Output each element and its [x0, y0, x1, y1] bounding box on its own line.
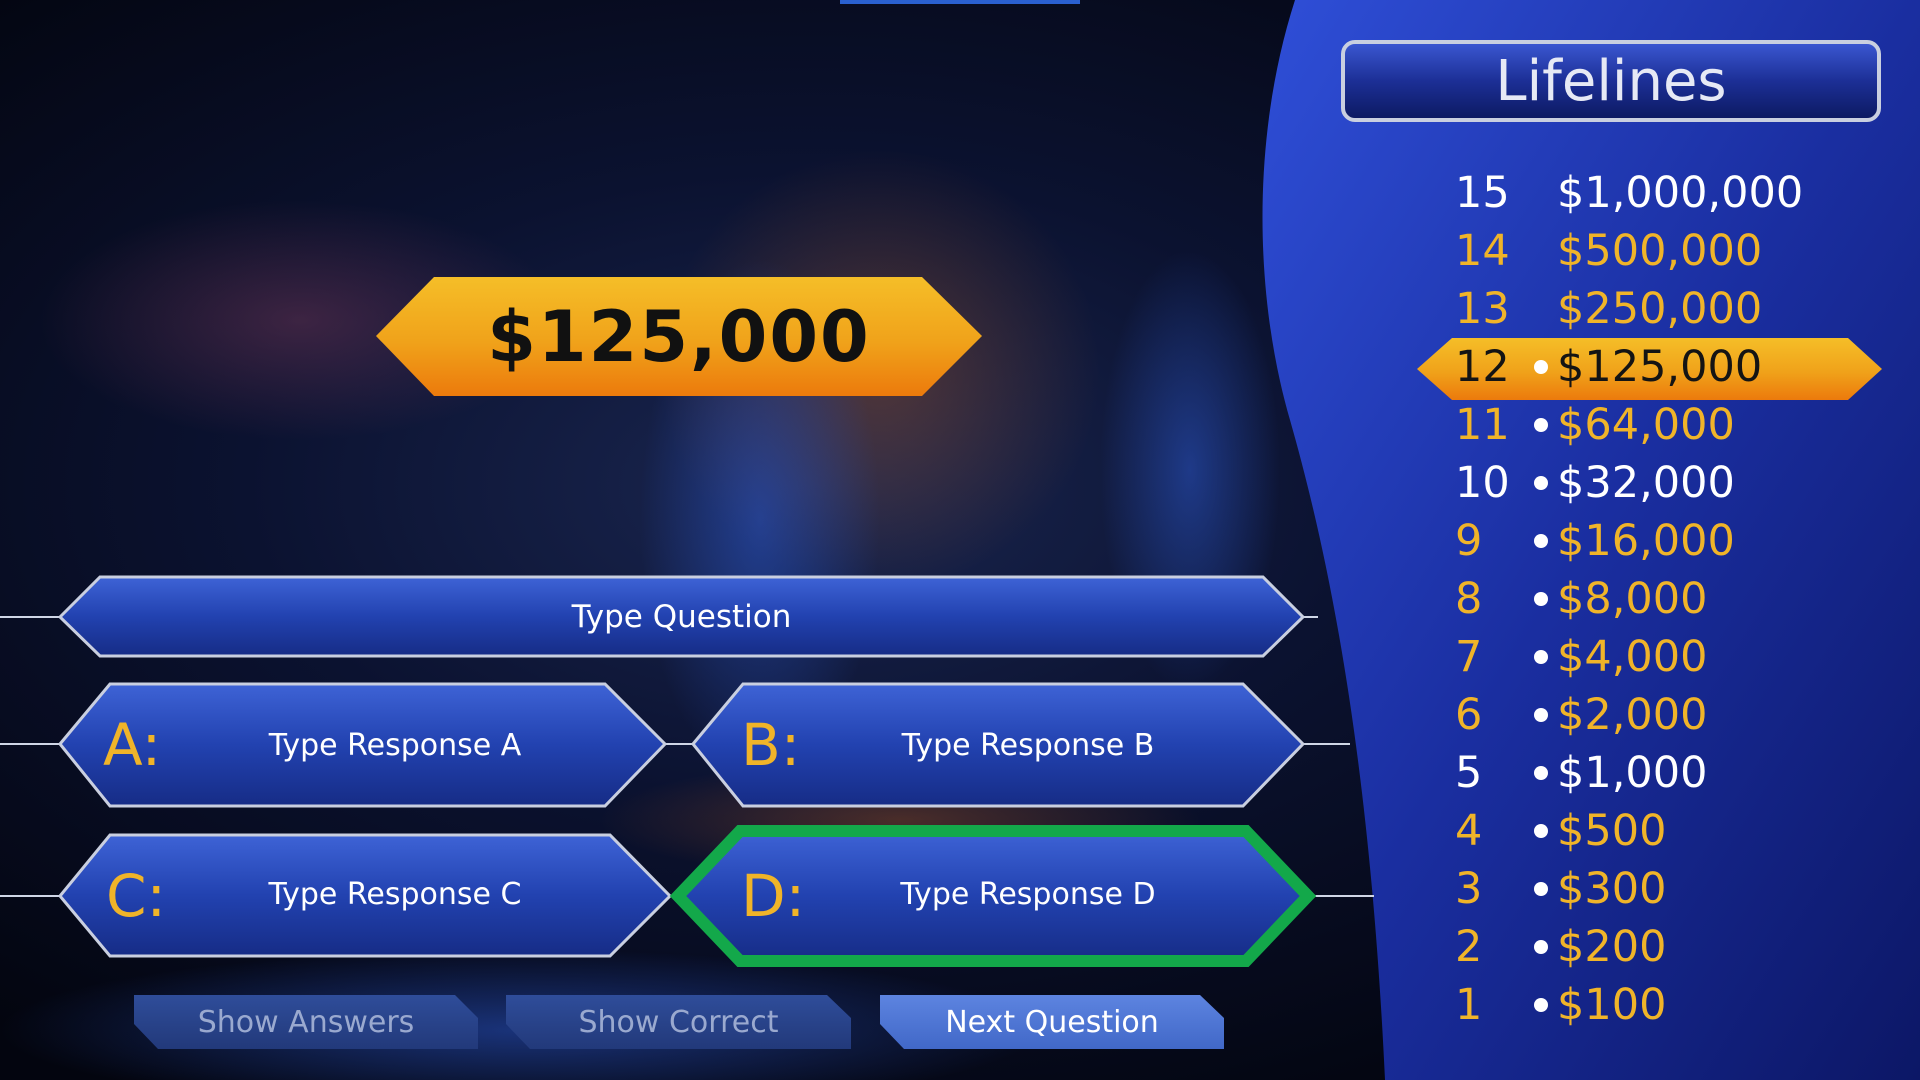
game-screen: $125,000 Type Question A: Type Response …	[0, 0, 1920, 1080]
ladder-level-10: 10 $32,000	[1420, 454, 1890, 512]
answer-b-text: Type Response B	[901, 728, 1155, 763]
money-ladder: 15 $1,000,000 14 $500,000 13 $250,000 12 $125,0…	[1420, 164, 1890, 1034]
safe-marker-dot-icon	[1534, 824, 1548, 838]
ladder-level-number: 10	[1455, 458, 1510, 508]
lifelines-button[interactable]: Lifelines	[1341, 40, 1881, 122]
safe-marker-dot-icon	[1534, 766, 1548, 780]
safe-marker-dot-icon	[1534, 418, 1548, 432]
next-question-button[interactable]: Next Question	[880, 1005, 1224, 1040]
answer-a-letter: A:	[103, 711, 162, 779]
ladder-level-3: 3 $300	[1420, 860, 1890, 918]
ladder-prize-amount: $16,000	[1557, 516, 1735, 566]
ladder-level-7: 7 $4,000	[1420, 628, 1890, 686]
ladder-level-number: 13	[1455, 284, 1510, 334]
ladder-prize-amount: $125,000	[1557, 342, 1763, 392]
ladder-level-6: 6 $2,000	[1420, 686, 1890, 744]
ladder-level-2: 2 $200	[1420, 918, 1890, 976]
ladder-level-number: 5	[1455, 748, 1483, 798]
safe-marker-dot-icon	[1534, 998, 1548, 1012]
ladder-prize-amount: $200	[1557, 922, 1667, 972]
ladder-level-number: 3	[1455, 864, 1483, 914]
ladder-level-number: 15	[1455, 168, 1510, 218]
answer-d-text: Type Response D	[900, 877, 1156, 912]
ladder-level-number: 7	[1455, 632, 1483, 682]
answer-c-letter: C:	[106, 862, 167, 930]
ladder-prize-amount: $32,000	[1557, 458, 1735, 508]
safe-marker-dot-icon	[1534, 940, 1548, 954]
safe-marker-dot-icon	[1534, 708, 1548, 722]
current-prize-amount: $125,000	[487, 295, 871, 378]
ladder-level-number: 2	[1455, 922, 1483, 972]
ladder-level-number: 8	[1455, 574, 1483, 624]
ladder-level-11: 11 $64,000	[1420, 396, 1890, 454]
ladder-level-number: 9	[1455, 516, 1483, 566]
safe-marker-dot-icon	[1534, 592, 1548, 606]
ladder-prize-amount: $300	[1557, 864, 1667, 914]
ladder-prize-amount: $500	[1557, 806, 1667, 856]
ladder-level-number: 4	[1455, 806, 1483, 856]
ladder-prize-amount: $4,000	[1557, 632, 1708, 682]
ladder-level-13: 13 $250,000	[1420, 280, 1890, 338]
answer-d-letter: D:	[741, 862, 806, 930]
question-box: Type Question	[100, 577, 1263, 656]
answer-a-text: Type Response A	[268, 728, 522, 763]
ladder-prize-amount: $1,000,000	[1557, 168, 1804, 218]
ladder-prize-amount: $64,000	[1557, 400, 1735, 450]
ladder-level-4: 4 $500	[1420, 802, 1890, 860]
safe-marker-dot-icon	[1534, 476, 1548, 490]
ladder-level-12: 12 $125,000	[1420, 338, 1890, 396]
lifelines-label: Lifelines	[1495, 48, 1727, 114]
safe-marker-dot-icon	[1534, 650, 1548, 664]
ladder-prize-amount: $2,000	[1557, 690, 1708, 740]
ladder-level-1: 1 $100	[1420, 976, 1890, 1034]
safe-marker-dot-icon	[1534, 882, 1548, 896]
ladder-prize-amount: $250,000	[1557, 284, 1763, 334]
ladder-prize-amount: $500,000	[1557, 226, 1763, 276]
ladder-prize-amount: $100	[1557, 980, 1667, 1030]
ladder-level-number: 12	[1455, 342, 1510, 392]
safe-marker-dot-icon	[1534, 360, 1548, 374]
ladder-level-number: 1	[1455, 980, 1483, 1030]
ladder-level-15: 15 $1,000,000	[1420, 164, 1890, 222]
ladder-level-number: 14	[1455, 226, 1510, 276]
ladder-level-9: 9 $16,000	[1420, 512, 1890, 570]
ladder-level-8: 8 $8,000	[1420, 570, 1890, 628]
current-prize-display: $125,000	[376, 277, 982, 396]
ladder-prize-amount: $8,000	[1557, 574, 1708, 624]
ladder-level-number: 11	[1455, 400, 1510, 450]
show-answers-button[interactable]: Show Answers	[134, 1005, 478, 1040]
answer-c-text: Type Response C	[268, 877, 522, 912]
ladder-prize-amount: $1,000	[1557, 748, 1708, 798]
question-text: Type Question	[571, 598, 792, 635]
ladder-level-5: 5 $1,000	[1420, 744, 1890, 802]
ladder-level-14: 14 $500,000	[1420, 222, 1890, 280]
show-correct-button[interactable]: Show Correct	[506, 1005, 851, 1040]
safe-marker-dot-icon	[1534, 534, 1548, 548]
answer-b-letter: B:	[741, 711, 801, 779]
ladder-level-number: 6	[1455, 690, 1483, 740]
